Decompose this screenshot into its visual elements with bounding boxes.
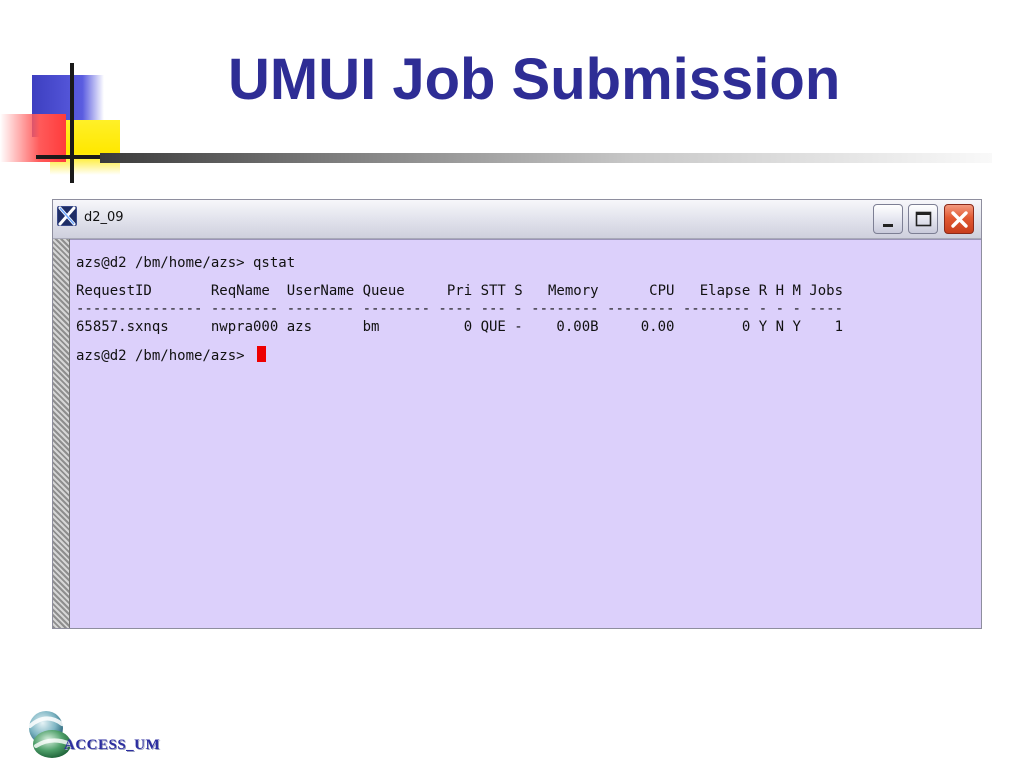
title-underline — [100, 153, 992, 163]
minimize-button[interactable] — [873, 204, 903, 234]
access-um-logo: ACCESS_UM — [20, 706, 190, 766]
qstat-job-row: 65857.sxnqs nwpra000 azs bm 0 QUE - 0.00… — [76, 319, 844, 335]
terminal-window[interactable]: d2_09 azs@d2 /bm/home/azs> qstat RequestI… — [52, 199, 982, 629]
qstat-separator-row: --------------- -------- -------- ------… — [76, 301, 844, 317]
qstat-header-row: RequestID ReqName UserName Queue Pri STT… — [76, 283, 844, 299]
maximize-icon — [915, 211, 932, 227]
ornament-vertical-line — [70, 63, 74, 183]
maximize-button[interactable] — [908, 204, 938, 234]
terminal-prompt-line[interactable]: azs@d2 /bm/home/azs> — [76, 346, 843, 364]
terminal-prompt: azs@d2 /bm/home/azs> — [76, 348, 254, 364]
globe-swirl-icon — [28, 711, 72, 758]
logo-text: ACCESS_UM — [64, 737, 161, 753]
scrollbar[interactable] — [53, 239, 70, 628]
slide-title: UMUI Job Submission — [228, 47, 841, 112]
minimize-icon — [883, 224, 893, 227]
window-client-area: azs@d2 /bm/home/azs> qstat RequestID ReqN… — [53, 239, 981, 628]
window-title: d2_09 — [84, 210, 124, 225]
close-icon — [951, 211, 968, 228]
terminal-command-line: azs@d2 /bm/home/azs> qstat — [76, 255, 296, 271]
terminal-text: azs@d2 /bm/home/azs> qstat RequestID ReqN… — [76, 254, 843, 364]
terminal-cursor — [257, 346, 267, 362]
terminal-output[interactable]: azs@d2 /bm/home/azs> qstat RequestID ReqN… — [70, 239, 981, 628]
x-terminal-icon — [56, 205, 78, 227]
close-button[interactable] — [944, 204, 974, 234]
window-titlebar[interactable]: d2_09 — [53, 200, 981, 239]
